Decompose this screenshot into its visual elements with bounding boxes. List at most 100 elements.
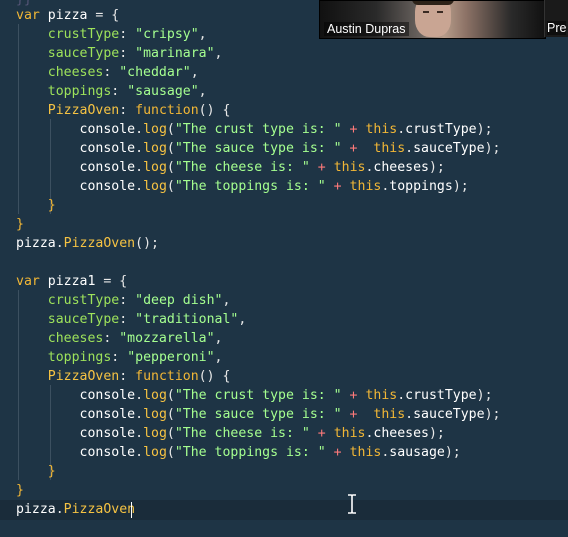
code-token: "The crust type is: "	[174, 122, 342, 137]
code-line[interactable]: console.log("The cheese is: " + this.che…	[16, 158, 445, 177]
code-token: :	[119, 27, 136, 42]
code-token: ,	[198, 84, 207, 99]
code-token: "cheddar"	[119, 65, 191, 80]
code-token: log	[143, 122, 167, 137]
video-tile-austin[interactable]: Austin Dupras	[319, 0, 546, 39]
code-token: }	[47, 198, 56, 213]
participant-face	[415, 1, 451, 37]
code-line[interactable]: }	[16, 462, 56, 481]
code-line[interactable]: }	[16, 196, 56, 215]
code-line[interactable]: console.log("The toppings is: " + this.t…	[16, 177, 469, 196]
code-token: .	[135, 388, 144, 403]
code-token: ,	[222, 293, 231, 308]
code-token: .	[135, 160, 144, 175]
code-token: () {	[198, 369, 231, 384]
code-line[interactable]: }	[16, 481, 24, 500]
code-token: :	[119, 369, 136, 384]
code-line[interactable]: cheeses: "mozzarella",	[16, 329, 223, 348]
code-token: console	[79, 179, 136, 194]
code-line[interactable]: crustType: "cripsy",	[16, 25, 207, 44]
code-token: PizzaOven	[63, 502, 136, 517]
code-token: crustType	[47, 293, 120, 308]
code-line[interactable]: console.log("The cheese is: " + this.che…	[16, 424, 445, 443]
code-token: :	[119, 46, 136, 61]
code-token: "marinara"	[135, 46, 215, 61]
code-line[interactable]: console.log("The toppings is: " + this.s…	[16, 443, 461, 462]
code-line[interactable]: toppings: "sausage",	[16, 82, 207, 101]
code-token: (	[166, 445, 175, 460]
code-token: ,	[190, 65, 199, 80]
code-token: .	[405, 141, 414, 156]
code-token: +	[333, 445, 342, 460]
code-editor[interactable]: }} var pizza = { crustType: "cripsy", sa…	[0, 0, 568, 537]
code-line[interactable]: console.log("The sauce type is: " + this…	[16, 139, 501, 158]
code-token: (	[166, 179, 175, 194]
code-token: log	[143, 388, 167, 403]
code-token: log	[143, 179, 167, 194]
code-token: sauceType	[413, 141, 485, 156]
code-token: console	[79, 141, 136, 156]
code-line[interactable]: PizzaOven: function() {	[16, 101, 231, 120]
code-token: this	[349, 445, 382, 460]
code-token: "The sauce type is: "	[174, 407, 342, 422]
code-token: );	[484, 407, 501, 422]
code-line[interactable]: crustType: "deep dish",	[16, 291, 231, 310]
code-token: .	[55, 236, 64, 251]
code-line[interactable]: console.log("The crust type is: " + this…	[16, 386, 493, 405]
code-line[interactable]: pizza.PizzaOven();	[16, 234, 159, 253]
code-token: :	[119, 312, 136, 327]
code-line[interactable]: sauceType: "traditional",	[16, 310, 247, 329]
code-token: console	[79, 407, 136, 422]
code-line[interactable]: }	[16, 215, 24, 234]
code-token: "The toppings is: "	[174, 445, 326, 460]
code-line[interactable]: var pizza = {	[16, 6, 119, 25]
code-line[interactable]: PizzaOven: function() {	[16, 367, 231, 386]
code-line[interactable]: console.log("The crust type is: " + this…	[16, 120, 493, 139]
code-token: ,	[238, 312, 247, 327]
code-token: }	[16, 217, 24, 232]
code-token: .	[135, 141, 144, 156]
code-token: :	[119, 103, 136, 118]
code-token: +	[317, 160, 326, 175]
code-token: :	[111, 350, 128, 365]
participant-hair	[412, 1, 454, 5]
code-line[interactable]: sauceType: "marinara",	[16, 44, 223, 63]
code-line[interactable]: cheeses: "cheddar",	[16, 63, 199, 82]
code-token: "deep dish"	[135, 293, 223, 308]
code-line[interactable]: pizza.PizzaOven	[16, 500, 135, 519]
code-token: cheeses	[47, 331, 104, 346]
code-token: var	[16, 8, 40, 23]
code-token: PizzaOven	[47, 369, 120, 384]
code-line[interactable]: var pizza1 = {	[16, 272, 127, 291]
code-token: crustType	[47, 27, 120, 42]
code-token: (	[166, 141, 175, 156]
code-token: ();	[135, 236, 159, 251]
code-token: function	[135, 369, 199, 384]
code-token: this	[333, 160, 366, 175]
code-token: "mozzarella"	[119, 331, 215, 346]
code-token: var	[16, 274, 40, 289]
code-line[interactable]: console.log("The sauce type is: " + this…	[16, 405, 501, 424]
code-token: = {	[87, 8, 120, 23]
code-token: console	[79, 160, 136, 175]
code-token: pizza1	[47, 274, 96, 289]
code-line[interactable]: toppings: "pepperoni",	[16, 348, 223, 367]
code-token: }	[16, 483, 24, 498]
video-tile-second[interactable]: Pre	[544, 0, 568, 37]
